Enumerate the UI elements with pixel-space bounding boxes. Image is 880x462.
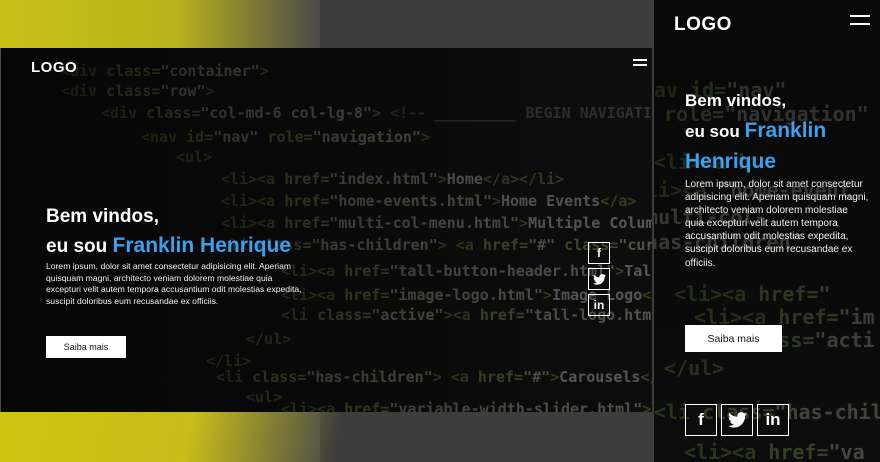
intro-paragraph: Lorem ipsum, dolor sit amet consectetur …: [685, 179, 869, 269]
intro-paragraph: Lorem ipsum, dolor sit amet consectetur …: [46, 261, 302, 306]
twitter-icon[interactable]: [588, 268, 610, 290]
hero-greeting: Bem vindos, eu sou Franklin Henrique: [685, 86, 875, 178]
linkedin-icon[interactable]: in: [757, 404, 789, 436]
hero-greeting: Bem vindos, eu sou Franklin Henrique: [46, 202, 291, 261]
twitter-icon[interactable]: [721, 404, 753, 436]
site-logo[interactable]: LOGO: [31, 59, 77, 76]
greeting-prefix: eu sou: [685, 122, 745, 141]
greeting-prefix: eu sou: [46, 236, 113, 257]
learn-more-button[interactable]: Saiba mais: [685, 325, 782, 352]
hamburger-menu-icon[interactable]: [633, 59, 647, 66]
facebook-icon[interactable]: f: [685, 404, 717, 436]
social-links: f in: [588, 242, 610, 316]
hamburger-menu-icon[interactable]: [850, 15, 870, 25]
backdrop-yellow-bottom: [0, 412, 420, 462]
social-links: f in: [685, 404, 789, 436]
desktop-mockup: <div class="container"> <div class="row"…: [1, 48, 652, 412]
greeting-line1: Bem vindos,: [685, 91, 787, 110]
backdrop-yellow-top: [0, 0, 320, 48]
facebook-icon[interactable]: f: [588, 242, 610, 264]
owner-name: Franklin Henrique: [112, 234, 292, 257]
twitter-bird-glyph: [727, 412, 747, 428]
learn-more-button[interactable]: Saiba mais: [46, 336, 126, 358]
linkedin-icon[interactable]: in: [588, 294, 610, 316]
greeting-line2: eu sou Franklin Henrique: [46, 231, 291, 261]
twitter-bird-glyph: [592, 273, 606, 285]
mobile-mockup: av id="nav" role="navigation" <li><a h <…: [654, 0, 880, 462]
site-logo[interactable]: LOGO: [674, 14, 732, 36]
greeting-line1: Bem vindos,: [46, 206, 159, 227]
greeting-line2: eu sou Franklin Henrique: [685, 116, 875, 178]
